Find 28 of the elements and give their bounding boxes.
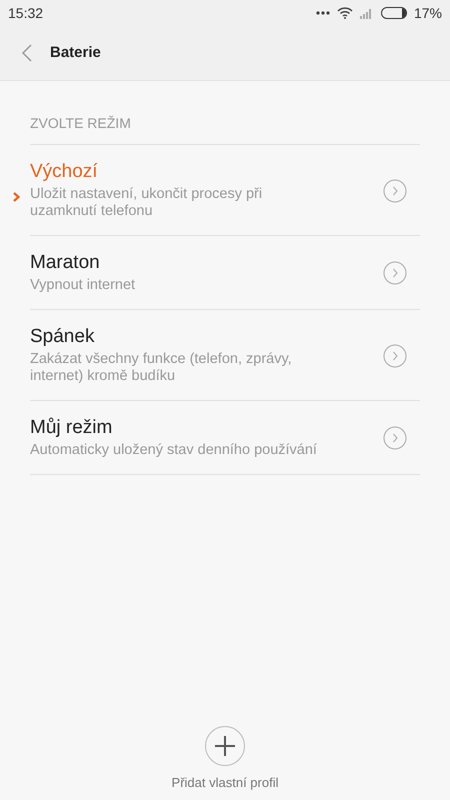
mode-description: Zakázat všechny funkce (telefon, zprávy, internet) kromě budíku [30,351,293,385]
mode-description: Vypnout internet [30,277,136,294]
plus-icon [214,735,236,757]
wifi-icon [336,6,353,18]
page-title: Baterie [50,44,101,61]
mode-title: Můj režim [30,417,114,439]
chevron-circle-icon[interactable] [383,261,407,285]
mode-title: Spánek [30,326,96,348]
more-icon [316,10,330,14]
mode-description: Uložit nastavení, ukončit procesy při uzamknutí telefonu [30,186,264,220]
mode-title: Výchozí [30,161,99,183]
chevron-circle-icon[interactable] [383,426,407,450]
mode-item[interactable]: Můj režim Automaticky uložený stav denního používání [30,401,420,475]
add-label: Přidat vlastní profil [172,775,278,790]
mode-title: Maraton [30,252,101,274]
add-button[interactable] [205,726,245,766]
chevron-circle-icon[interactable] [383,344,407,368]
chevron-icon [13,192,20,202]
signal-icon [360,6,374,18]
battery-percent: 17% [414,4,442,20]
back-icon[interactable] [22,44,32,62]
mode-description: Automaticky uložený stav denního používání [30,442,318,459]
mode-item[interactable]: Spánek Zakázat všechny funkce (telefon, zprávy, internet) kromě budíku [30,310,420,401]
battery-icon [380,6,407,18]
mode-item[interactable]: Maraton Vypnout internet [30,236,420,310]
section-label: ZVOLTE REŽIM [30,115,420,145]
status-time: 15:32 [8,4,44,20]
chevron-circle-icon[interactable] [383,178,407,202]
